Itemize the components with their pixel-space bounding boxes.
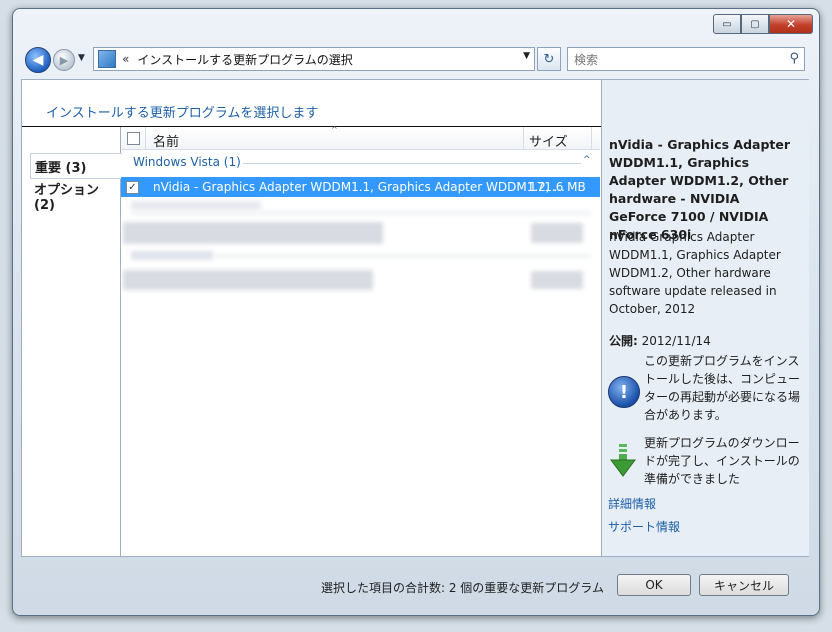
group-header-windows-vista[interactable]: Windows Vista (1) (133, 155, 241, 169)
search-input[interactable] (572, 50, 776, 70)
blurred-row (123, 270, 373, 290)
blurred-group-line (215, 254, 591, 258)
refresh-button[interactable]: ↻ (537, 47, 561, 71)
tab-important[interactable]: 重要 (3) (30, 153, 122, 179)
update-size: 171.6 MB (529, 180, 586, 194)
column-divider[interactable] (523, 127, 524, 149)
forward-button[interactable]: ▶ (53, 49, 75, 71)
address-chevron[interactable]: « (122, 52, 129, 66)
category-tabs: 重要 (3) オプション (2) (22, 127, 122, 556)
back-arrow-icon: ◀ (32, 52, 44, 68)
tab-optional[interactable]: オプション (2) (30, 183, 122, 213)
group-separator (243, 163, 581, 164)
recent-pages-dropdown[interactable]: ▼ (78, 53, 85, 63)
update-list: 名前 ^ サイズ Windows Vista (1) ^ ✓ nVidia - … (121, 125, 600, 556)
refresh-icon: ↻ (543, 51, 555, 67)
published-value: 2012/11/14 (641, 334, 711, 348)
column-divider[interactable] (591, 127, 592, 149)
maximize-button[interactable]: ▢ (741, 14, 769, 34)
download-complete-icon (610, 444, 636, 477)
breadcrumb[interactable]: インストールする更新プログラムの選択 (137, 51, 352, 68)
close-button[interactable]: ✕ (769, 14, 813, 34)
forward-arrow-icon: ▶ (59, 53, 69, 67)
more-info-link[interactable]: 詳細情報 (608, 495, 656, 512)
blurred-row-size (531, 271, 583, 289)
download-ready-notice: 更新プログラムのダウンロードが完了し、インストールの準備ができました (644, 436, 800, 486)
search-icon[interactable]: ⚲ (789, 51, 799, 66)
row-checkbox[interactable]: ✓ (126, 181, 139, 194)
sort-ascending-icon: ^ (331, 125, 338, 134)
exclamation-glyph: ! (619, 381, 629, 403)
page-title: インストールする更新プログラムを選択します (46, 106, 319, 121)
footer: 選択した項目の合計数: 2 個の重要な更新プログラム OK キャンセル (21, 556, 807, 608)
ok-button[interactable]: OK (617, 574, 691, 596)
minimize-button[interactable]: ▭ (713, 14, 741, 34)
update-window: ▭ ▢ ✕ ◀ ▶ ▼ « インストールする更新プログラムの選択 ▼ ↻ ⚲ イ… (12, 8, 820, 616)
select-all-checkbox[interactable] (127, 132, 140, 145)
caption-buttons: ▭ ▢ ✕ (713, 14, 813, 34)
blurred-group-header (131, 251, 213, 260)
update-description: nVidia Graphics Adapter WDDM1.1, Graphic… (609, 230, 781, 316)
blurred-row-size (531, 223, 583, 243)
table-row[interactable]: ✓ nVidia - Graphics Adapter WDDM1.1, Gra… (121, 177, 600, 197)
collapse-group-icon[interactable]: ^ (583, 155, 591, 165)
support-info-link[interactable]: サポート情報 (608, 518, 680, 535)
address-bar[interactable]: « インストールする更新プログラムの選択 ▼ (93, 47, 535, 71)
blurred-group-header (131, 201, 261, 210)
column-header-size[interactable]: サイズ (529, 131, 568, 150)
column-divider (145, 127, 146, 149)
column-header-name[interactable]: 名前 (153, 131, 179, 150)
checkmark-icon: ✓ (128, 182, 137, 193)
address-dropdown-icon[interactable]: ▼ (523, 51, 530, 61)
update-name: nVidia - Graphics Adapter WDDM1.1, Graph… (153, 180, 565, 194)
published-date: 公開: 2012/11/14 (609, 332, 711, 349)
content-area: インストールする更新プログラムを選択します 重要 (3) オプション (2) 名… (21, 79, 809, 557)
back-button[interactable]: ◀ (25, 47, 51, 73)
navigation-bar: ◀ ▶ ▼ « インストールする更新プログラムの選択 ▼ ↻ ⚲ (21, 45, 811, 75)
published-label: 公開: (609, 334, 638, 348)
blurred-row (123, 222, 383, 244)
info-icon: ! (608, 376, 640, 408)
selection-summary: 選択した項目の合計数: 2 個の重要な更新プログラム (321, 581, 604, 595)
details-pane: nVidia - Graphics Adapter WDDM1.1, Graph… (601, 80, 809, 556)
blurred-group-line (131, 211, 591, 215)
list-header: 名前 ^ サイズ (121, 125, 600, 150)
control-panel-icon (98, 50, 116, 68)
cancel-button[interactable]: キャンセル (699, 574, 789, 596)
restart-notice: この更新プログラムをインストールした後は、コンピューターの再起動が必要になる場合… (644, 354, 801, 422)
search-box[interactable]: ⚲ (567, 47, 805, 71)
